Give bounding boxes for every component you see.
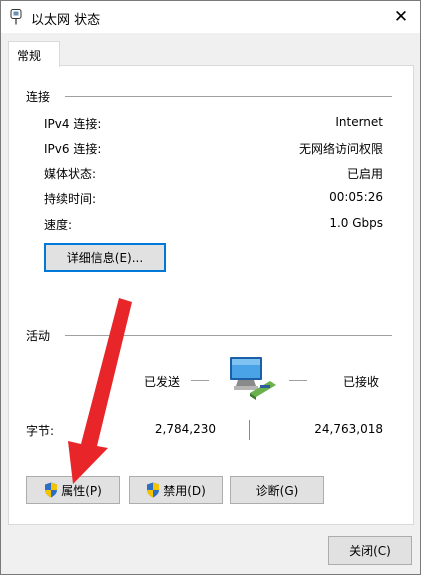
duration-value: 00:05:26 — [329, 190, 383, 204]
general-panel: 连接 IPv4 连接: Internet IPv6 连接: 无网络访问权限 媒体… — [8, 65, 414, 525]
sent-dash — [191, 380, 209, 381]
network-activity-icon — [230, 357, 276, 400]
bytes-sent-value: 2,784,230 — [154, 422, 216, 436]
bytes-divider — [249, 420, 250, 440]
connection-group-label: 连接 — [26, 90, 51, 104]
received-dash — [289, 380, 307, 381]
ipv4-label: IPv4 连接: — [44, 117, 102, 131]
speed-value: 1.0 Gbps — [329, 216, 383, 230]
received-label: 已接收 — [343, 375, 380, 389]
ipv6-value: 无网络访问权限 — [298, 142, 383, 156]
bytes-label: 字节: — [26, 424, 55, 438]
details-button[interactable]: 详细信息(E)... — [44, 243, 166, 272]
properties-button-label: 属性(P) — [61, 483, 102, 498]
window-title: 以太网 状态 — [31, 13, 101, 28]
status-dialog: 以太网 状态 ✕ 常规 连接 IPv4 连接: Internet IPv6 连接… — [0, 0, 421, 575]
close-button-label: 关闭(C) — [349, 544, 391, 558]
details-button-label: 详细信息(E)... — [66, 251, 144, 265]
title-bar: 以太网 状态 ✕ — [1, 1, 420, 33]
close-window-button[interactable]: ✕ — [382, 1, 420, 33]
tab-general-label: 常规 — [17, 49, 42, 63]
properties-button[interactable]: 属性(P) — [26, 476, 120, 504]
disable-button[interactable]: 禁用(D) — [129, 476, 223, 504]
activity-group-label: 活动 — [26, 329, 51, 343]
close-icon: ✕ — [393, 7, 409, 27]
network-adapter-icon — [10, 9, 22, 25]
uac-shield-icon — [147, 482, 160, 498]
disable-button-label: 禁用(D) — [163, 483, 206, 498]
tab-general[interactable]: 常规 — [8, 41, 60, 67]
duration-label: 持续时间: — [44, 192, 97, 206]
ipv6-label: IPv6 连接: — [44, 142, 102, 156]
bytes-received-value: 24,763,018 — [314, 422, 383, 436]
diagnose-button[interactable]: 诊断(G) — [230, 476, 324, 504]
sent-label: 已发送 — [144, 375, 181, 389]
activity-group-divider — [65, 335, 392, 336]
media-state-label: 媒体状态: — [44, 167, 97, 181]
diagnose-button-label: 诊断(G) — [255, 483, 299, 498]
speed-label: 速度: — [44, 218, 73, 232]
connection-group-divider — [65, 96, 392, 97]
uac-shield-icon — [45, 482, 58, 498]
media-state-value: 已启用 — [346, 167, 383, 181]
close-button[interactable]: 关闭(C) — [328, 536, 412, 565]
ipv4-value: Internet — [335, 115, 383, 129]
